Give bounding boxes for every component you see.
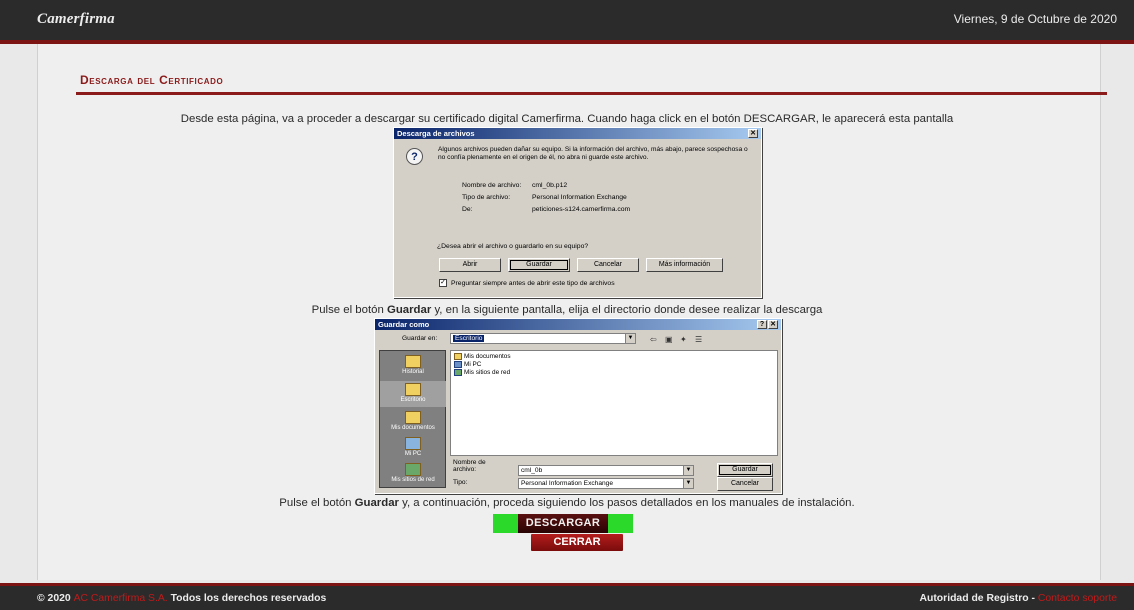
top-bar: Camerfirma Viernes, 9 de Octubre de 2020 (0, 0, 1134, 40)
place-label: Escritorio (400, 397, 426, 403)
folder-icon (405, 411, 421, 424)
type-combo: Personal Information Exchange ▼ (518, 478, 694, 489)
file-name: Mis documentos (464, 353, 511, 361)
filetype-label: Tipo de archivo: (462, 194, 511, 201)
history-icon (405, 355, 421, 368)
step3-bold: Guardar (354, 497, 399, 509)
authority-text: Autoridad de Registro - (919, 593, 1035, 604)
save-dialog-screenshot: Guardar como ? ✕ Guardar en: Escritorio … (374, 318, 782, 494)
computer-icon (405, 437, 421, 450)
filetype-value: Personal Information Exchange (532, 194, 627, 201)
folder-icon (454, 353, 462, 360)
type-value: Personal Information Exchange (521, 480, 614, 487)
step3-text: Pulse el botón Guardar y, a continuación… (0, 497, 1134, 509)
dialog-question: ¿Desea abrir el archivo o guardarlo en s… (437, 243, 589, 250)
from-value: peticiones-s124.camerfirma.com (532, 206, 631, 213)
current-date: Viernes, 9 de Octubre de 2020 (953, 12, 1117, 26)
warning-text: Algunos archivos pueden dañar su equipo.… (438, 146, 748, 161)
filename-value: cml_0b.p12 (532, 182, 568, 189)
checkbox-label: Preguntar siempre antes de abrir este ti… (451, 279, 615, 287)
close-button[interactable]: CERRAR (531, 534, 623, 551)
filename-combo: cml_0b ▼ (518, 465, 694, 476)
chevron-down-icon: ▼ (625, 334, 635, 343)
step2-post: y, en la siguiente pantalla, elija el di… (431, 304, 823, 316)
help-icon: ? (757, 320, 767, 329)
new-folder-icon: ✦ (680, 335, 687, 344)
ask-always-checkbox: ✓ Preguntar siempre antes de abrir este t… (439, 279, 615, 287)
place-escritorio: Escritorio (380, 381, 446, 407)
save-button: Guardar (508, 258, 570, 272)
more-info-button: Más información (646, 258, 723, 272)
save-in-label: Guardar en: (402, 335, 438, 342)
camerfirma-logo: Camerfirma (37, 11, 115, 27)
page-title: Descarga del Certificado (80, 73, 224, 87)
company-link[interactable]: AC Camerfirma S.A. (74, 593, 168, 604)
up-folder-icon: ▣ (665, 335, 673, 344)
save-in-value: Escritorio (453, 335, 485, 342)
step2-bold: Guardar (386, 304, 432, 316)
intro-text: Desde esta página, va a proceder a desca… (180, 113, 954, 125)
filename-value: cml_0b (521, 467, 543, 474)
footer: © 2020 AC Camerfirma S.A. Todos los dere… (0, 583, 1134, 610)
view-menu-icon: ☰ (695, 335, 703, 344)
download-dialog-screenshot: Descarga de archivos ✕ ? Algunos archivo… (393, 127, 762, 298)
place-historial: Historial (380, 355, 446, 375)
file-name: Mis sitios de red (464, 369, 511, 377)
type-label: Tipo: (453, 479, 468, 486)
filename-label: Nombre de archivo: (453, 459, 486, 473)
checkbox-checked-icon: ✓ (439, 279, 447, 287)
dialog-title: Descarga de archivos ✕ (394, 128, 761, 139)
chevron-down-icon: ▼ (683, 479, 693, 488)
place-label: Mis sitios de red (391, 477, 435, 483)
step2-text: Pulse el botón Guardar y, en la siguient… (0, 304, 1134, 316)
dialog-title-text: Descarga de archivos (397, 129, 475, 138)
title-divider (76, 92, 1107, 95)
file-name: Mi PC (464, 361, 482, 369)
filename-label: Nombre de archivo: (462, 182, 522, 189)
place-label: Mis documentos (391, 425, 435, 431)
file-list: Mis documentos Mi PC Mis sitios de red (450, 350, 778, 456)
cancel-button: Cancelar (577, 258, 639, 272)
save-in-combo: Escritorio ▼ (450, 333, 636, 344)
place-sitios-red: Mis sitios de red (380, 463, 446, 483)
copyright-year: © 2020 (37, 593, 71, 604)
network-icon (454, 369, 462, 376)
place-label: Mi PC (404, 451, 422, 457)
download-button[interactable]: DESCARGAR (518, 514, 608, 533)
network-icon (405, 463, 421, 476)
rights-text: Todos los derechos reservados (170, 593, 327, 604)
places-bar: Historial Escritorio Mis documentos Mi P… (379, 350, 446, 488)
list-item: Mis sitios de red (454, 369, 510, 376)
save-dialog-title-text: Guardar como (378, 320, 430, 329)
place-label: Historial (402, 369, 424, 375)
cancel-button: Cancelar (717, 477, 773, 491)
step3-post: y, a continuación, proceda siguiendo los… (398, 497, 855, 509)
list-item: Mi PC (454, 361, 481, 368)
list-item: Mis documentos (454, 353, 511, 360)
place-mis-documentos: Mis documentos (380, 411, 446, 431)
open-button: Abrir (439, 258, 501, 272)
step2-pre: Pulse el botón (311, 304, 387, 316)
question-icon: ? (406, 148, 423, 165)
chevron-down-icon: ▼ (683, 466, 693, 475)
step3-pre: Pulse el botón (279, 497, 355, 509)
footer-authority: Autoridad de Registro - Contacto soporte (920, 593, 1118, 604)
desktop-icon (405, 383, 421, 396)
contact-support-link[interactable]: Contacto soporte (1038, 593, 1117, 604)
download-button-frame: DESCARGAR (493, 514, 633, 533)
close-icon: ✕ (748, 129, 758, 138)
place-mi-pc: Mi PC (380, 437, 446, 457)
close-icon: ✕ (768, 320, 778, 329)
save-dialog-title: Guardar como ? ✕ (375, 319, 781, 330)
computer-icon (454, 361, 462, 368)
save-button: Guardar (717, 463, 773, 477)
from-label: De: (462, 206, 473, 213)
back-icon: ⇦ (650, 335, 657, 344)
footer-copyright: © 2020 AC Camerfirma S.A. Todos los dere… (37, 593, 326, 604)
